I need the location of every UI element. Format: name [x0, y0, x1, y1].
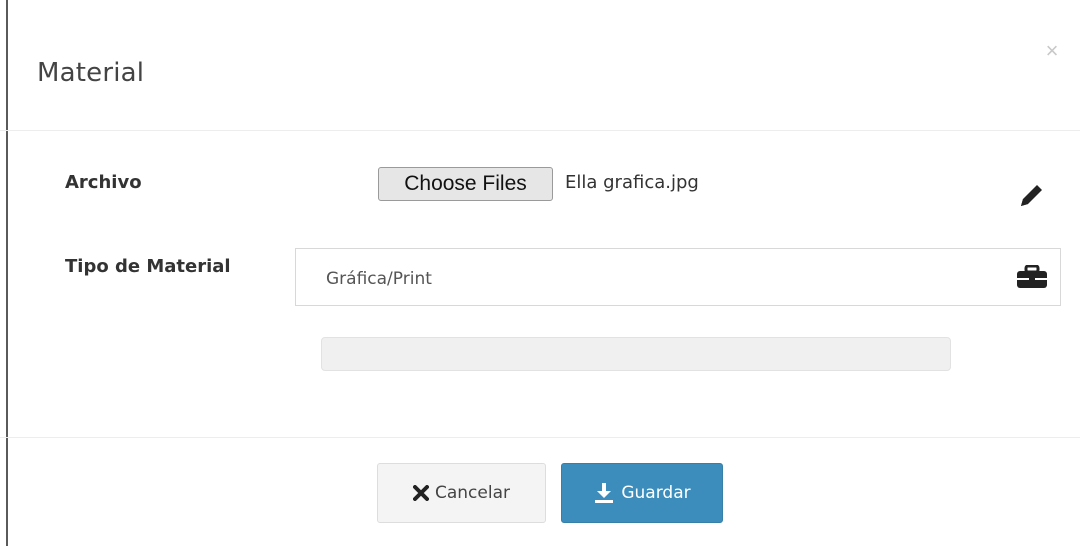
tipo-material-value: Gráfica/Print [326, 269, 432, 289]
save-button[interactable]: Guardar [561, 463, 723, 523]
download-icon [593, 482, 615, 504]
save-label: Guardar [621, 483, 691, 503]
archivo-label: Archivo [65, 172, 142, 193]
close-icon[interactable]: × [1041, 40, 1063, 62]
modal-header: Material × [0, 0, 1080, 131]
material-modal: Material × Archivo Choose Files Ella gra… [0, 0, 1080, 546]
modal-title: Material [37, 58, 145, 88]
cancel-label: Cancelar [435, 483, 510, 503]
tipo-material-label: Tipo de Material [65, 256, 231, 277]
upload-progress-bar [321, 337, 951, 371]
choose-files-button[interactable]: Choose Files [378, 167, 553, 201]
tipo-material-select[interactable]: Gráfica/Print [295, 248, 1061, 306]
selected-file-name: Ella grafica.jpg [565, 172, 699, 193]
pencil-icon[interactable] [1017, 180, 1047, 210]
cancel-button[interactable]: Cancelar [377, 463, 546, 523]
times-icon [413, 485, 429, 501]
briefcase-icon [1017, 265, 1047, 288]
